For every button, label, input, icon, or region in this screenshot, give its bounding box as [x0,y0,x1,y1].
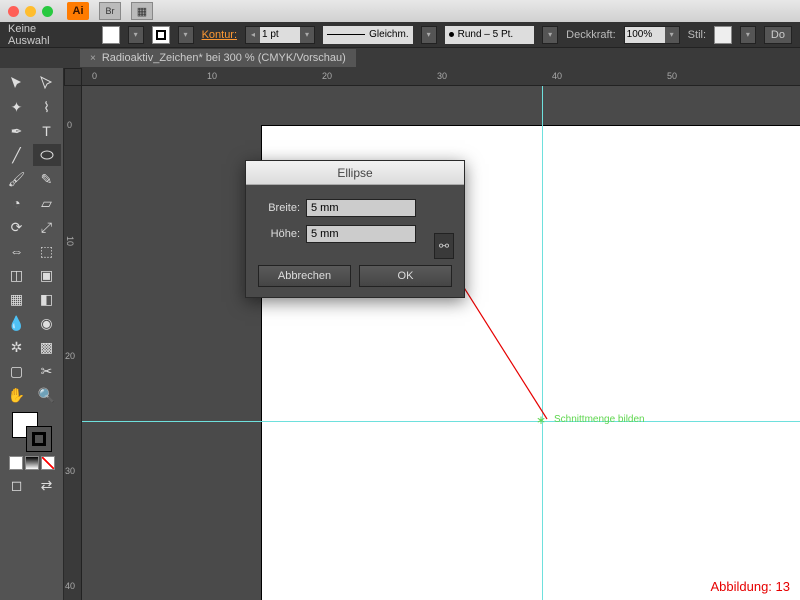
dialog-title: Ellipse [246,161,464,185]
vertical-ruler[interactable]: 0 10 20 30 40 [64,86,82,600]
constrain-proportions-button[interactable]: ⚯ [434,233,454,259]
magic-wand-tool[interactable]: ✦ [3,96,31,118]
document-tab-bar: × Radioaktiv_Zeichen* bei 300 % (CMYK/Vo… [0,48,800,68]
smart-guide-hint: Schnittmenge bilden [554,414,645,425]
app-badge-ai: Ai [67,2,89,20]
fill-dropdown[interactable]: ▾ [128,26,144,44]
fill-stroke-control[interactable] [12,412,52,452]
mesh-tool[interactable]: ▦ [3,288,31,310]
selection-tool[interactable] [3,72,31,94]
ruler-origin[interactable] [64,68,82,86]
slice-tool[interactable]: ✂ [33,360,61,382]
stroke-profile-dropdown[interactable]: Gleichm. [323,26,413,44]
symbol-sprayer-tool[interactable]: ✲ [3,336,31,358]
width-label: Breite: [258,202,300,214]
color-mode-swatches [9,456,55,470]
line-tool[interactable]: ╱ [3,144,31,166]
cancel-button[interactable]: Abbrechen [258,265,351,287]
options-bar: Keine Auswahl ▾ ▾ Kontur: ◂ ▾ Gleichm. ▾… [0,22,800,48]
close-tab-icon[interactable]: × [90,53,96,64]
width-input[interactable] [306,199,416,217]
guide-horizontal[interactable] [82,421,800,422]
artboard-tool[interactable]: ▢ [3,360,31,382]
free-transform-tool[interactable]: ⬚ [33,240,61,262]
stroke-weight-field[interactable]: ◂ ▾ [245,26,315,44]
graphic-style-arrow[interactable]: ▾ [740,26,756,44]
screen-mode-normal[interactable]: ◻ [3,474,31,496]
bridge-button[interactable]: Br [99,2,121,20]
height-input[interactable] [306,225,416,243]
graph-tool[interactable]: ▩ [33,336,61,358]
arrange-docs-button[interactable]: ▦ [131,2,153,20]
do-button[interactable]: Do [764,26,792,44]
brush-dropdown[interactable]: Rund – 5 Pt. [445,26,535,44]
stroke-swatch[interactable] [152,26,170,44]
horizontal-ruler[interactable]: 0 10 20 30 40 50 [82,68,800,86]
document-area: 0 10 20 30 40 50 0 10 20 30 40 ∗ Schnitt… [64,68,800,600]
blob-brush-tool[interactable]: ◔ [3,192,31,214]
selection-label: Keine Auswahl [8,23,80,47]
figure-caption: Abbildung: 13 [710,579,790,594]
color-mode-solid[interactable] [9,456,23,470]
perspective-tool[interactable]: ▣ [33,264,61,286]
eraser-tool[interactable]: ▱ [33,192,61,214]
opacity-input[interactable] [625,27,665,43]
width-tool[interactable]: ⇔ [3,240,31,262]
opacity-field[interactable]: ▾ [624,26,680,44]
stroke-dropdown[interactable]: ▾ [178,26,194,44]
zoom-tool[interactable]: 🔍 [33,384,61,406]
rotate-tool[interactable]: ⟳ [3,216,31,238]
guide-vertical[interactable] [542,86,543,600]
stroke-profile-arrow[interactable]: ▾ [421,26,437,44]
zoom-window-button[interactable] [42,6,53,17]
kontur-label[interactable]: Kontur: [202,29,237,41]
paintbrush-tool[interactable]: 🖌 [3,168,31,190]
minimize-window-button[interactable] [25,6,36,17]
hand-tool[interactable]: ✋ [3,384,31,406]
stroke-color-icon[interactable] [26,426,52,452]
scale-tool[interactable]: ⤢ [33,216,61,238]
graphic-style-swatch[interactable] [714,26,732,44]
pencil-tool[interactable]: ✎ [33,168,61,190]
gradient-tool[interactable]: ◧ [33,288,61,310]
document-tab[interactable]: × Radioaktiv_Zeichen* bei 300 % (CMYK/Vo… [80,49,356,67]
direct-selection-tool[interactable] [33,72,61,94]
document-tab-label: Radioaktiv_Zeichen* bei 300 % (CMYK/Vors… [102,52,346,64]
color-mode-none[interactable] [41,456,55,470]
fill-swatch[interactable] [102,26,120,44]
eyedropper-tool[interactable]: 💧 [3,312,31,334]
tool-panel: ✦ ⌇ ✒ T ╱ 🖌 ✎ ◔ ▱ ⟳ ⤢ ⇔ ⬚ ◫ ▣ ▦ ◧ 💧 ◉ ✲ … [0,68,64,600]
color-mode-gradient[interactable] [25,456,39,470]
shape-builder-tool[interactable]: ◫ [3,264,31,286]
ellipse-dialog: Ellipse Breite: Höhe: ⚯ Abbrechen OK [245,160,465,298]
close-window-button[interactable] [8,6,19,17]
brush-arrow[interactable]: ▾ [542,26,558,44]
ellipse-tool[interactable] [33,144,61,166]
pen-tool[interactable]: ✒ [3,120,31,142]
type-tool[interactable]: T [33,120,61,142]
ok-button[interactable]: OK [359,265,452,287]
opacity-label: Deckkraft: [566,29,616,41]
blend-tool[interactable]: ◉ [33,312,61,334]
stroke-weight-input[interactable] [260,27,300,43]
screen-mode-toggle[interactable]: ⇄ [33,474,61,496]
window-titlebar: Ai Br ▦ [0,0,800,22]
lasso-tool[interactable]: ⌇ [33,96,61,118]
style-label: Stil: [688,29,706,41]
height-label: Höhe: [258,228,300,240]
intersection-marker: ∗ [536,413,546,427]
